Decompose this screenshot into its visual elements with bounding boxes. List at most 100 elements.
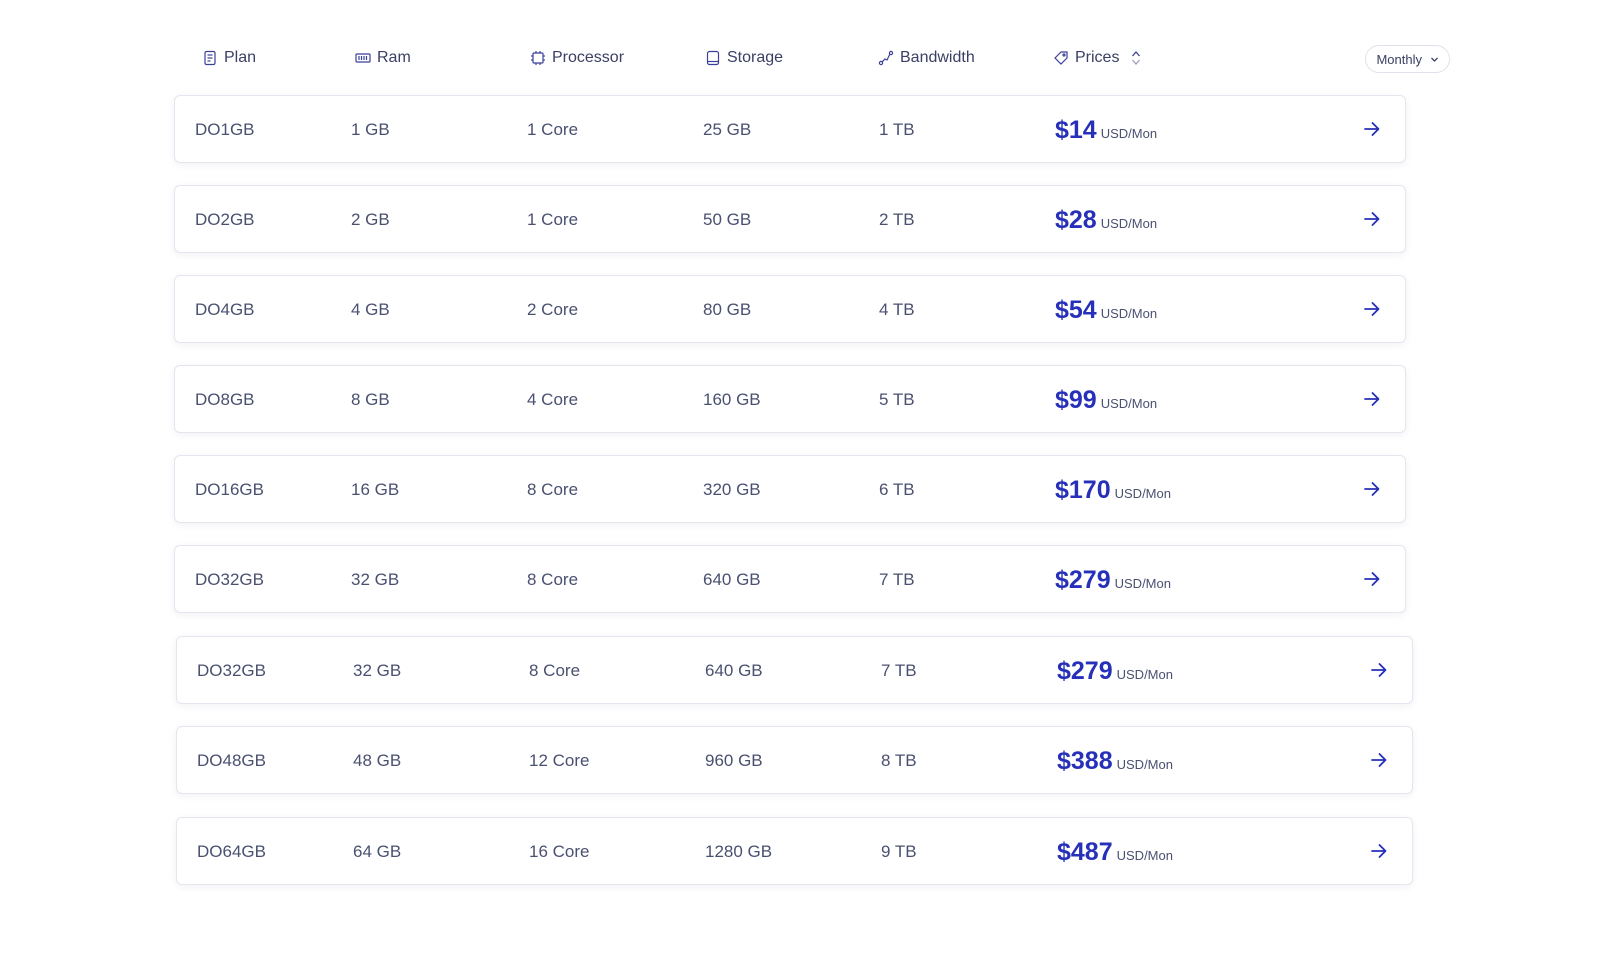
cell-processor: 1 Core	[527, 120, 579, 139]
cell-processor: 8 Core	[527, 570, 579, 589]
arrow-right-icon[interactable]	[1361, 478, 1383, 500]
header-storage: Storage	[705, 40, 783, 76]
cell-plan: DO48GB	[197, 751, 266, 770]
price: $99 USD/Mon	[1055, 386, 1157, 415]
cell-storage: 1280 GB	[705, 842, 773, 861]
cell-ram: 8 GB	[351, 390, 390, 409]
tag-icon	[1054, 51, 1068, 65]
cell-ram: 32 GB	[353, 661, 402, 680]
price-amount: $279	[1055, 565, 1111, 594]
header-prices[interactable]: Prices	[1053, 40, 1141, 76]
cell-storage: 50 GB	[703, 210, 752, 229]
table-row[interactable]: DO4GB 4 GB 2 Core 80 GB 4 TB $54 USD/Mon	[174, 275, 1406, 343]
billing-period-value: Monthly	[1376, 51, 1422, 67]
cell-price: $487 USD/Mon	[1057, 818, 1173, 886]
table-row[interactable]: DO48GB 48 GB 12 Core 960 GB 8 TB $388 USD/Mon	[176, 726, 1413, 794]
price-amount: $388	[1057, 746, 1113, 775]
billing-period-select[interactable]: Monthly	[1365, 45, 1450, 73]
cell-ram: 64 GB	[353, 842, 402, 861]
price-unit: USD/Mon	[1100, 395, 1158, 411]
price-unit: USD/Mon	[1114, 575, 1171, 591]
table-row[interactable]: DO8GB 8 GB 4 Core 160 GB 5 TB $99 USD/Mon	[174, 365, 1406, 433]
price-unit: USD/Mon	[1100, 215, 1158, 231]
cell-bandwidth: 8 TB	[881, 751, 917, 770]
cell-plan: DO16GB	[195, 480, 264, 499]
arrow-right-icon[interactable]	[1361, 388, 1383, 410]
price: $14 USD/Mon	[1055, 116, 1157, 145]
cell-storage: 80 GB	[703, 300, 752, 319]
arrow-right-icon[interactable]	[1361, 118, 1383, 140]
header-processor: Processor	[530, 40, 624, 76]
cell-bandwidth: 1 TB	[879, 120, 915, 139]
table-row[interactable]: DO32GB 32 GB 8 Core 640 GB 7 TB $279 USD/Mon	[174, 545, 1406, 613]
cell-processor: 2 Core	[527, 300, 579, 319]
cell-processor: 16 Core	[529, 842, 590, 861]
cell-plan: DO64GB	[197, 842, 266, 861]
header-storage-label: Storage	[727, 49, 784, 66]
cell-storage: 320 GB	[703, 480, 761, 499]
cell-storage: 640 GB	[705, 661, 763, 680]
cell-plan: DO32GB	[195, 570, 264, 589]
table-row[interactable]: DO32GB 32 GB 8 Core 640 GB 7 TB $279 USD/Mon	[176, 636, 1413, 704]
cell-bandwidth: 9 TB	[881, 842, 917, 861]
cell-ram: 48 GB	[353, 751, 402, 770]
header-processor-label: Processor	[552, 49, 625, 66]
cell-price: $279 USD/Mon	[1057, 637, 1173, 705]
price-amount: $487	[1057, 837, 1113, 866]
price-amount: $14	[1055, 115, 1097, 144]
price-unit: USD/Mon	[1100, 125, 1158, 141]
price-amount: $99	[1055, 385, 1097, 414]
table-row[interactable]: DO64GB 64 GB 16 Core 1280 GB 9 TB $487 USD/Mon	[176, 817, 1413, 885]
cell-storage: 160 GB	[703, 390, 761, 409]
cell-bandwidth: 6 TB	[879, 480, 915, 499]
cell-ram: 4 GB	[351, 300, 390, 319]
price: $28 USD/Mon	[1055, 206, 1157, 235]
header-bandwidth-label: Bandwidth	[900, 49, 975, 66]
cell-price: $14 USD/Mon	[1055, 96, 1157, 164]
document-icon	[204, 50, 216, 66]
cell-plan: DO32GB	[197, 661, 266, 680]
arrow-right-icon[interactable]	[1361, 298, 1383, 320]
cell-storage: 960 GB	[705, 751, 763, 770]
price: $170 USD/Mon	[1055, 476, 1171, 505]
price-amount: $28	[1055, 205, 1097, 234]
cell-bandwidth: 5 TB	[879, 390, 915, 409]
cell-processor: 12 Core	[529, 751, 590, 770]
cell-price: $170 USD/Mon	[1055, 456, 1171, 524]
cell-price: $54 USD/Mon	[1055, 276, 1157, 344]
memory-icon	[355, 53, 371, 63]
price: $388 USD/Mon	[1057, 747, 1173, 776]
arrow-right-icon[interactable]	[1361, 208, 1383, 230]
price: $279 USD/Mon	[1057, 657, 1173, 686]
table-row[interactable]: DO1GB 1 GB 1 Core 25 GB 1 TB $14 USD/Mon	[174, 95, 1406, 163]
header-prices-label: Prices	[1075, 49, 1120, 66]
header-ram: Ram	[355, 40, 411, 76]
price-amount: $279	[1057, 656, 1113, 685]
cell-storage: 25 GB	[703, 120, 752, 139]
cell-plan: DO1GB	[195, 120, 255, 139]
table-row[interactable]: DO16GB 16 GB 8 Core 320 GB 6 TB $170 USD/Mon	[174, 455, 1406, 523]
chevron-down-icon	[1431, 57, 1438, 62]
cell-processor: 1 Core	[527, 210, 579, 229]
cell-ram: 32 GB	[351, 570, 400, 589]
cell-bandwidth: 4 TB	[879, 300, 915, 319]
cell-storage: 640 GB	[703, 570, 761, 589]
cell-bandwidth: 7 TB	[879, 570, 915, 589]
header-bandwidth: Bandwidth	[878, 40, 975, 76]
sort-icon[interactable]	[1131, 49, 1141, 67]
arrow-right-icon[interactable]	[1361, 568, 1383, 590]
arrow-right-icon[interactable]	[1368, 659, 1390, 681]
header-plan: Plan	[202, 40, 256, 76]
arrow-right-icon[interactable]	[1368, 749, 1390, 771]
price-amount: $54	[1055, 295, 1097, 324]
header-ram-label: Ram	[377, 49, 411, 66]
table-row[interactable]: DO2GB 2 GB 1 Core 50 GB 2 TB $28 USD/Mon	[174, 185, 1406, 253]
cell-ram: 16 GB	[351, 480, 400, 499]
price-unit: USD/Mon	[1116, 666, 1173, 682]
price: $54 USD/Mon	[1055, 296, 1157, 325]
cell-price: $388 USD/Mon	[1057, 727, 1173, 795]
cell-plan: DO8GB	[195, 390, 255, 409]
arrow-right-icon[interactable]	[1368, 840, 1390, 862]
route-icon	[878, 50, 894, 66]
tablet-icon	[706, 50, 720, 66]
